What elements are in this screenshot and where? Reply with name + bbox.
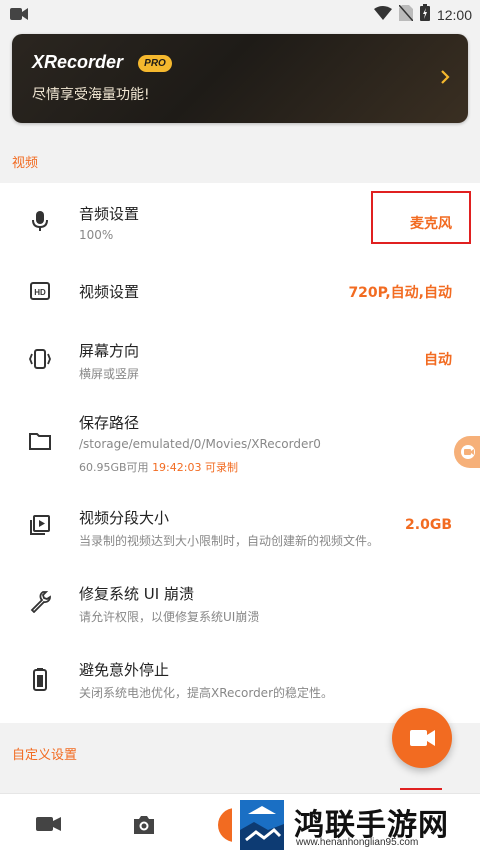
battery-icon: [419, 4, 430, 25]
highlight-annotation-box: [371, 191, 471, 244]
folder-icon: [28, 429, 52, 453]
settings-list: 音频设置 100% 麦克风 HD 视频设置 720P,自动,自动 屏幕方向 横屏…: [0, 183, 480, 723]
prevent-stop-title: 避免意外停止: [79, 661, 170, 679]
screen-orientation-subtitle: 横屏或竖屏: [79, 367, 140, 381]
save-path-title: 保存路径: [79, 414, 140, 432]
record-camera-icon: [460, 444, 478, 464]
watermark: 鸿联手游网 www.henanhonglian95.com: [232, 796, 480, 854]
fix-system-ui-title: 修复系统 UI 崩溃: [79, 585, 194, 603]
video-settings-title: 视频设置: [79, 283, 140, 301]
status-time: 12:00: [436, 6, 472, 23]
microphone-icon: [28, 209, 52, 233]
video-segment-size-title: 视频分段大小: [79, 509, 170, 527]
svg-text:HD: HD: [34, 288, 46, 297]
video-library-icon: [28, 513, 52, 537]
video-segment-size-subtitle: 当录制的视频达到大小限制时，自动创建新的视频文件。: [79, 534, 380, 548]
banner-app-title: XRecorder: [32, 52, 124, 72]
recordable-duration: 19:42:03 可录制: [152, 461, 238, 474]
section-header-video: 视频: [12, 156, 39, 171]
video-camera-icon: [10, 6, 28, 25]
video-settings-value: 720P,自动,自动: [348, 285, 452, 301]
wifi-icon: [373, 5, 392, 24]
status-bar: 12:00: [0, 0, 480, 28]
hd-icon: HD: [28, 279, 52, 303]
pro-badge: PRO: [138, 55, 172, 72]
red-annotation-line: [400, 788, 442, 790]
nav-video-icon[interactable]: [36, 814, 62, 838]
audio-settings-title: 音频设置: [79, 205, 140, 223]
storage-available: 60.95GB可用: [79, 461, 149, 474]
section-header-custom: 自定义设置: [12, 748, 78, 763]
screen-orientation-row[interactable]: 屏幕方向 横屏或竖屏 自动: [0, 321, 480, 397]
chevron-right-icon: [440, 69, 450, 89]
watermark-url: www.henanhonglian95.com: [296, 837, 419, 848]
record-fab-button[interactable]: [392, 708, 452, 768]
video-segment-size-row[interactable]: 视频分段大小 当录制的视频达到大小限制时，自动创建新的视频文件。 2.0GB: [0, 487, 480, 563]
video-record-icon: [410, 728, 436, 752]
screen-orientation-title: 屏幕方向: [79, 342, 140, 360]
audio-settings-subtitle: 100%: [79, 228, 114, 242]
fix-system-ui-row[interactable]: 修复系统 UI 崩溃 请允许权限，以便修复系统UI崩溃: [0, 563, 480, 639]
battery-optimization-icon: [28, 667, 52, 691]
prevent-stop-subtitle: 关闭系统电池优化，提高XRecorder的稳定性。: [79, 686, 333, 700]
pro-upgrade-banner[interactable]: XRecorder PRO 尽情享受海量功能!: [12, 34, 468, 123]
nav-screenshot-icon[interactable]: [132, 814, 156, 840]
floating-recorder-bubble[interactable]: [454, 436, 480, 468]
fix-system-ui-subtitle: 请允许权限，以便修复系统UI崩溃: [79, 610, 260, 624]
video-segment-size-value: 2.0GB: [405, 517, 452, 533]
save-path-storage-info: 60.95GB可用 19:42:03 可录制: [79, 459, 238, 475]
wrench-icon: [28, 589, 52, 614]
screen-rotation-icon: [28, 347, 52, 371]
banner-subtitle: 尽情享受海量功能!: [32, 87, 150, 103]
screen-orientation-value: 自动: [424, 352, 452, 368]
save-path-row[interactable]: 保存路径 /storage/emulated/0/Movies/XRecorde…: [0, 397, 480, 487]
video-settings-row[interactable]: HD 视频设置 720P,自动,自动: [0, 261, 480, 321]
save-path-subtitle: /storage/emulated/0/Movies/XRecorder0: [79, 437, 321, 451]
no-sim-icon: [398, 4, 414, 25]
watermark-logo: [234, 796, 290, 854]
